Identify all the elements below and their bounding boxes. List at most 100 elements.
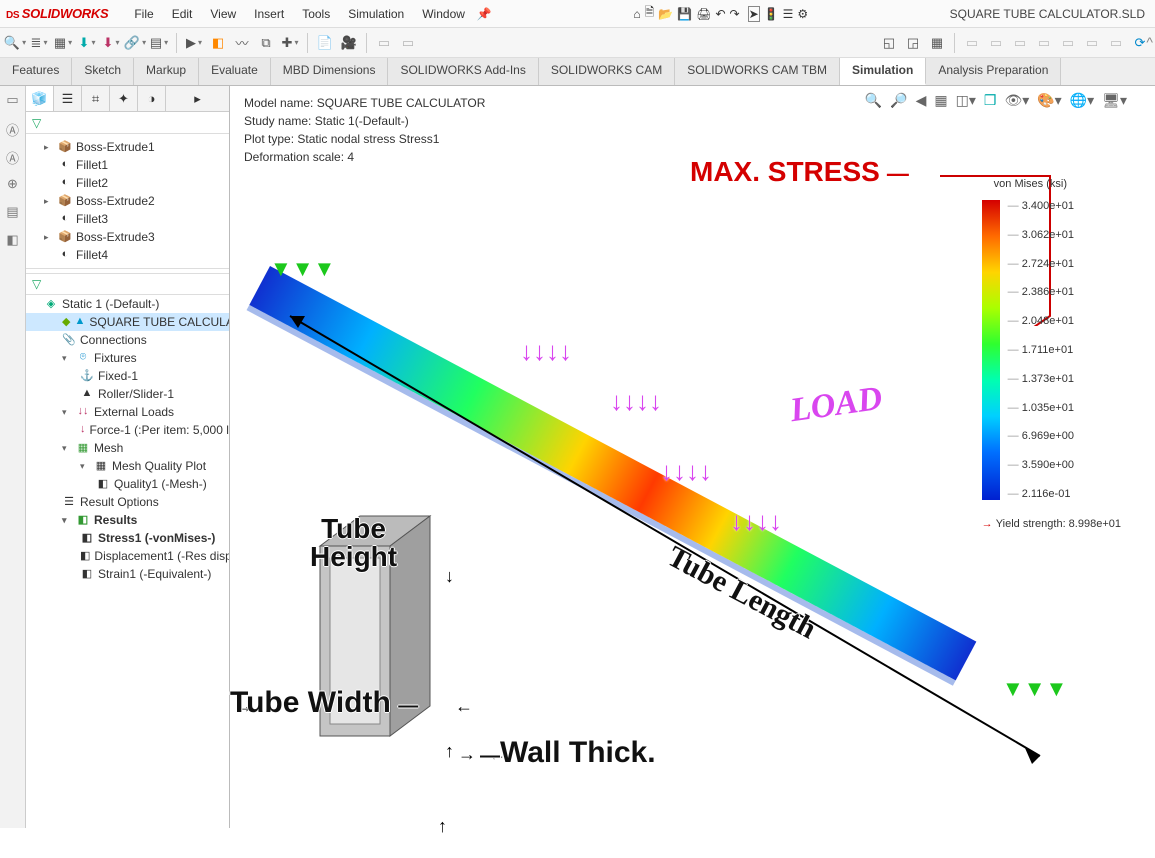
rail-tol-icon[interactable]: ⊕: [4, 176, 22, 194]
scene-icon[interactable]: 🌐▾: [1070, 92, 1094, 109]
tab-sketch[interactable]: Sketch: [72, 58, 134, 85]
iso2-icon[interactable]: ◲: [904, 34, 922, 52]
tab-addins[interactable]: SOLIDWORKS Add-Ins: [388, 58, 538, 85]
iso1-icon[interactable]: ◱: [880, 34, 898, 52]
tab-cam[interactable]: SOLIDWORKS CAM: [539, 58, 675, 85]
anno-max-stress: MAX. STRESS —: [690, 156, 909, 189]
tab-markup[interactable]: Markup: [134, 58, 199, 85]
menu-tools[interactable]: Tools: [294, 4, 338, 24]
fixture-icon[interactable]: ⬇︎: [78, 34, 96, 52]
deform-icon[interactable]: 〰: [233, 34, 251, 52]
redo-icon[interactable]: ↷: [730, 7, 740, 21]
rail-part-icon[interactable]: ▭: [4, 92, 22, 110]
gear-icon[interactable]: ⚙: [797, 7, 808, 21]
pin-icon[interactable]: 📌: [477, 7, 492, 21]
undo-icon[interactable]: ↶: [715, 7, 725, 21]
tree-connections[interactable]: 📎Connections: [26, 331, 229, 349]
prev-view-icon[interactable]: ◀: [916, 92, 927, 109]
tree-mesh-q[interactable]: ◧Quality1 (-Mesh-): [26, 475, 229, 493]
panel-tab-config[interactable]: ☰: [54, 86, 82, 111]
tab-cam-tbm[interactable]: SOLIDWORKS CAM TBM: [675, 58, 840, 85]
tree-filter[interactable]: ▽: [26, 112, 229, 134]
appearance-icon[interactable]: 🎨▾: [1037, 92, 1061, 109]
tree-fixed[interactable]: ⚓Fixed-1: [26, 367, 229, 385]
rail-annot2-icon[interactable]: Ⓐ: [4, 148, 22, 166]
tab-features[interactable]: Features: [0, 58, 72, 85]
report-icon[interactable]: 📄: [316, 34, 334, 52]
tree-item: ▸📦Boss-Extrude2: [26, 192, 229, 210]
options-icon[interactable]: ☰: [783, 7, 794, 21]
view-orient-icon[interactable]: ◫▾: [956, 92, 976, 109]
menu-simulation[interactable]: Simulation: [340, 4, 412, 24]
tab-evaluate[interactable]: Evaluate: [199, 58, 271, 85]
panel-tab-app[interactable]: ◑: [138, 86, 166, 111]
tab-mbd[interactable]: MBD Dimensions: [271, 58, 389, 85]
study-icon[interactable]: 🔍: [6, 34, 24, 52]
cam-icon[interactable]: 🎥: [340, 34, 358, 52]
section-icon[interactable]: ▦: [934, 92, 947, 109]
sim-filter[interactable]: ▽: [26, 273, 229, 295]
open-icon[interactable]: 📂: [658, 7, 673, 21]
title-bar: DS SOLIDWORKS File Edit View Insert Tool…: [0, 0, 1155, 28]
tree-strain[interactable]: ◧Strain1 (-Equivalent-): [26, 565, 229, 583]
tree-part[interactable]: ◆▲SQUARE TUBE CALCULATOR (: [26, 313, 229, 331]
panel-tab-target[interactable]: ✦: [110, 86, 138, 111]
menu-insert[interactable]: Insert: [246, 4, 292, 24]
tree-force[interactable]: ↓Force-1 (:Per item: 5,000 lbf:): [26, 421, 229, 439]
tree-study[interactable]: ◈Static 1 (-Default-): [26, 295, 229, 313]
legend-title: von Mises (ksi): [994, 178, 1121, 190]
rail-view-icon[interactable]: ▤: [4, 204, 22, 222]
graphics-viewport[interactable]: Model name: SQUARE TUBE CALCULATOR Study…: [230, 86, 1155, 828]
gray4-icon: ▭: [1035, 34, 1053, 52]
tree-mesh[interactable]: ▾▦Mesh: [26, 439, 229, 457]
display-style-icon[interactable]: ❒: [984, 92, 997, 109]
panel-tab-more[interactable]: ▸: [166, 86, 229, 111]
menu-edit[interactable]: Edit: [164, 4, 201, 24]
tree-fixtures[interactable]: ▾⌾Fixtures: [26, 349, 229, 367]
feature-tree: ▸📦Boss-Extrude1 ◐Fillet1 ◐Fillet2 ▸📦Boss…: [26, 134, 229, 587]
mesh-icon[interactable]: ▤: [150, 34, 168, 52]
tree-stress[interactable]: ◧Stress1 (-vonMises-): [26, 529, 229, 547]
probe-icon[interactable]: ✚: [281, 34, 299, 52]
home-icon[interactable]: ⌂: [633, 7, 640, 21]
load-icon[interactable]: ⬇︎: [102, 34, 120, 52]
rail-sim-icon[interactable]: ◧: [4, 232, 22, 250]
print-icon[interactable]: 🖨: [696, 7, 711, 21]
iso3-icon[interactable]: ▦: [928, 34, 946, 52]
tree-roller[interactable]: ▲Roller/Slider-1: [26, 385, 229, 403]
tree-results[interactable]: ▾◧Results: [26, 511, 229, 529]
zoom-area-icon[interactable]: 🔎: [890, 92, 907, 109]
menu-view[interactable]: View: [202, 4, 244, 24]
rail-annot-icon[interactable]: Ⓐ: [4, 120, 22, 138]
results-icon[interactable]: ◧: [209, 34, 227, 52]
save-icon[interactable]: 💾: [677, 7, 692, 21]
material-icon[interactable]: ≣: [30, 34, 48, 52]
render-icon[interactable]: 🖥▾: [1102, 92, 1127, 109]
select-icon[interactable]: ➤: [748, 6, 760, 22]
panel-tab-feature[interactable]: 🧊: [26, 86, 54, 111]
panel-tab-prop[interactable]: ⌗: [82, 86, 110, 111]
menu-window[interactable]: Window: [414, 4, 473, 24]
toolbar-row-1: 🔍 ≣ ▦ ⬇︎ ⬇︎ 🔗 ▤ ▶ ◧ 〰 ⧉ ✚ 📄 🎥 ▭ ▭ ◱ ◲ ▦ …: [0, 28, 1155, 58]
collapse-icon[interactable]: ^: [1146, 34, 1153, 50]
tree-item: ◐Fillet2: [26, 174, 229, 192]
zoom-fit-icon[interactable]: 🔍: [865, 92, 882, 109]
tree-res-opts[interactable]: ☰Result Options: [26, 493, 229, 511]
tree-disp[interactable]: ◧Displacement1 (-Res disp-): [26, 547, 229, 565]
new-icon[interactable]: 🗎: [645, 3, 655, 24]
shell-icon[interactable]: ▦: [54, 34, 72, 52]
hide-show-icon[interactable]: 👁▾: [1004, 92, 1029, 109]
tab-analysis[interactable]: Analysis Preparation: [926, 58, 1061, 85]
traffic-icon[interactable]: 🚦: [764, 7, 779, 21]
tree-mesh-plot[interactable]: ▾▦Mesh Quality Plot: [26, 457, 229, 475]
menu-file[interactable]: File: [126, 4, 161, 24]
tab-simulation[interactable]: Simulation: [840, 58, 926, 85]
left-rail: ▭ Ⓐ Ⓐ ⊕ ▤ ◧: [0, 86, 26, 828]
compare-icon[interactable]: ⧉: [257, 34, 275, 52]
tree-loads[interactable]: ▾↓↓External Loads: [26, 403, 229, 421]
tree-item: ▸📦Boss-Extrude1: [26, 138, 229, 156]
run-icon[interactable]: ▶: [185, 34, 203, 52]
gray6-icon: ▭: [1083, 34, 1101, 52]
document-title: SQUARE TUBE CALCULATOR.SLD: [950, 7, 1149, 21]
connect-icon[interactable]: 🔗: [126, 34, 144, 52]
